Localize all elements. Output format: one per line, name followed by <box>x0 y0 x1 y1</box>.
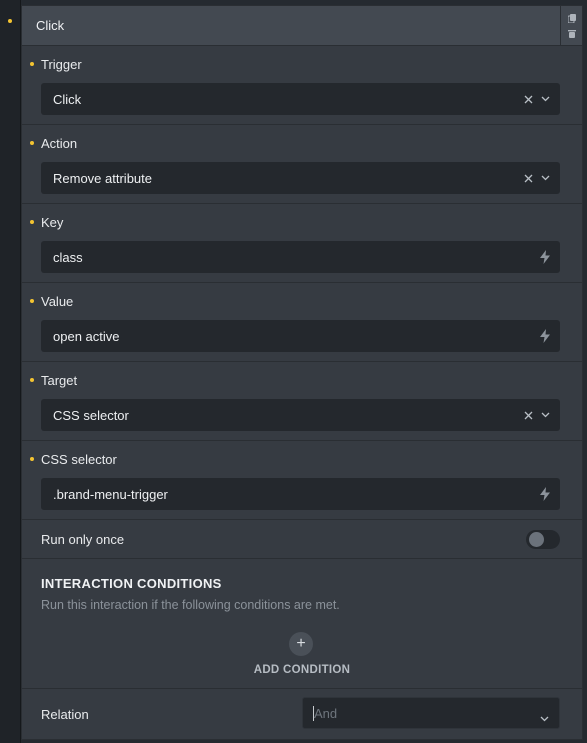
chevron-down-icon[interactable] <box>540 710 549 725</box>
run-once-label: Run only once <box>41 532 125 547</box>
toggle-knob <box>529 532 544 547</box>
field-label-action: Action <box>41 136 78 151</box>
required-dot <box>30 299 34 303</box>
clear-icon[interactable] <box>524 95 533 104</box>
chevron-down-icon[interactable] <box>541 175 550 181</box>
field-css-selector: CSS selector .brand-menu-trigger <box>22 441 582 520</box>
interaction-conditions: INTERACTION CONDITIONS Run this interact… <box>22 559 582 689</box>
css-selector-input[interactable]: .brand-menu-trigger <box>41 478 560 510</box>
conditions-title: INTERACTION CONDITIONS <box>41 576 222 591</box>
header-actions <box>560 6 582 46</box>
action-value: Remove attribute <box>53 170 152 186</box>
relation-placeholder: And <box>314 706 338 721</box>
dynamic-data-icon[interactable] <box>540 487 550 501</box>
clear-icon[interactable] <box>524 174 533 183</box>
field-label-key: Key <box>41 215 64 230</box>
relation-select[interactable]: And <box>302 697 560 729</box>
field-label-value: Value <box>41 294 74 309</box>
clear-icon[interactable] <box>524 411 533 420</box>
field-value: Value open active <box>22 283 582 362</box>
field-target: Target CSS selector <box>22 362 582 441</box>
chevron-down-icon[interactable] <box>541 96 550 102</box>
field-label-trigger: Trigger <box>41 57 82 72</box>
dynamic-data-icon[interactable] <box>540 250 550 264</box>
panel-title: Click <box>36 18 65 33</box>
trigger-value: Click <box>53 91 82 107</box>
add-condition-label[interactable]: ADD CONDITION <box>22 664 582 676</box>
key-value: class <box>53 249 83 265</box>
run-once-row: Run only once <box>22 520 582 559</box>
field-label-css-selector: CSS selector <box>41 452 117 467</box>
required-dot <box>8 19 12 23</box>
required-dot <box>30 457 34 461</box>
target-select[interactable]: CSS selector <box>41 399 560 431</box>
required-dot <box>30 378 34 382</box>
required-dot <box>30 220 34 224</box>
add-condition-button[interactable]: + <box>289 632 313 656</box>
trash-icon[interactable] <box>567 29 576 38</box>
field-trigger: Trigger Click <box>22 46 582 125</box>
field-label-target: Target <box>41 373 78 388</box>
value-value: open active <box>53 328 120 344</box>
left-gutter <box>0 0 21 743</box>
required-dot <box>30 62 34 66</box>
chevron-down-icon[interactable] <box>541 412 550 418</box>
target-value: CSS selector <box>53 407 129 423</box>
interaction-panel: Click Trigger Click Action Remove attrib… <box>21 5 583 740</box>
panel-header[interactable]: Click <box>22 6 582 46</box>
copy-icon[interactable] <box>567 14 576 23</box>
plus-icon: + <box>296 635 306 652</box>
relation-row: Relation And <box>22 689 582 739</box>
action-select[interactable]: Remove attribute <box>41 162 560 194</box>
relation-label: Relation <box>41 707 89 722</box>
field-action: Action Remove attribute <box>22 125 582 204</box>
required-dot <box>30 141 34 145</box>
trigger-select[interactable]: Click <box>41 83 560 115</box>
field-key: Key class <box>22 204 582 283</box>
run-once-toggle[interactable] <box>526 530 560 549</box>
conditions-description: Run this interaction if the following co… <box>41 598 340 612</box>
dynamic-data-icon[interactable] <box>540 329 550 343</box>
key-input[interactable]: class <box>41 241 560 273</box>
css-selector-value: .brand-menu-trigger <box>53 486 168 502</box>
value-input[interactable]: open active <box>41 320 560 352</box>
